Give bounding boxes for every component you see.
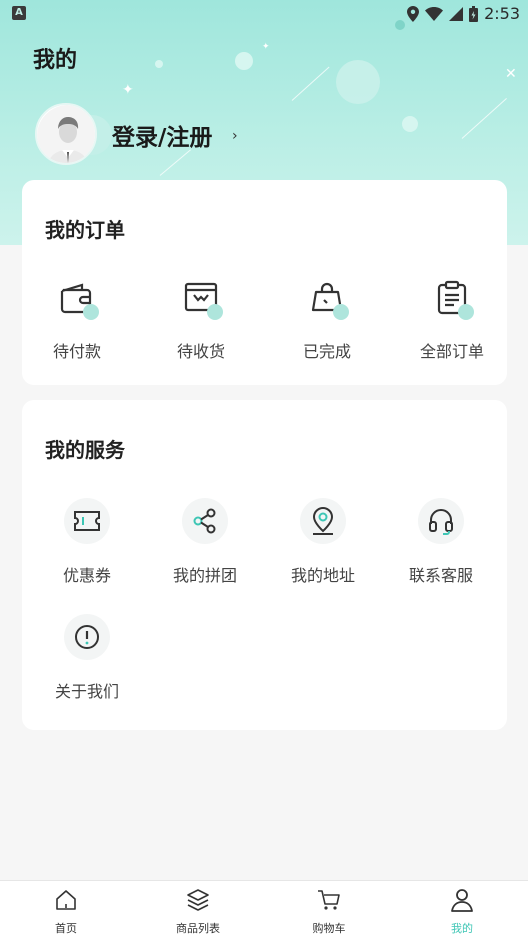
- service-label: 联系客服: [408, 566, 473, 585]
- layers-icon: [187, 889, 209, 911]
- cart-icon: [318, 890, 340, 910]
- order-label: 待收货: [176, 342, 225, 361]
- notification-badge: A: [12, 6, 26, 20]
- order-completed[interactable]: 已完成: [272, 278, 382, 362]
- tab-cart[interactable]: 购物车: [289, 887, 369, 936]
- order-label: 全部订单: [419, 342, 484, 361]
- status-bar: A 2:53: [0, 0, 528, 28]
- service-label: 我的地址: [290, 566, 355, 585]
- clock: 2:53: [484, 4, 520, 23]
- order-label: 已完成: [302, 342, 351, 361]
- info-icon: [75, 625, 99, 649]
- order-all[interactable]: 全部订单: [397, 278, 507, 362]
- chevron-right-icon[interactable]: ›: [232, 128, 238, 144]
- wifi-icon: [425, 6, 444, 21]
- icon-accent-dot: [83, 304, 99, 320]
- tab-product-list[interactable]: 商品列表: [158, 887, 238, 936]
- user-icon: [451, 889, 473, 912]
- decor-streak: [291, 66, 330, 101]
- orders-card: 我的订单 待付款 待收货 已完成 全部订单: [22, 180, 507, 385]
- orders-title: 我的订单: [45, 218, 125, 242]
- decor-dot: [155, 60, 163, 68]
- default-avatar-icon: [37, 105, 95, 163]
- location-status-icon: [407, 5, 420, 22]
- avatar[interactable]: [35, 103, 97, 165]
- location-pin-icon: [312, 506, 334, 535]
- sparkle-icon: ✕: [505, 66, 517, 82]
- tab-home[interactable]: 首页: [26, 887, 106, 936]
- tab-profile[interactable]: 我的: [422, 887, 502, 936]
- service-customer-support[interactable]: 联系客服: [382, 498, 500, 586]
- decor-streak: [159, 149, 191, 176]
- icon-accent-dot: [333, 304, 349, 320]
- login-register-link[interactable]: 登录/注册: [112, 118, 212, 152]
- services-title: 我的服务: [45, 438, 125, 462]
- icon-accent-dot: [207, 304, 223, 320]
- service-addresses[interactable]: 我的地址: [264, 498, 382, 586]
- order-pending-payment[interactable]: 待付款: [22, 278, 132, 362]
- decor-streak: [461, 97, 507, 139]
- decor-dot: [402, 116, 418, 132]
- tab-label: 购物车: [312, 922, 346, 935]
- service-label: 关于我们: [54, 682, 119, 701]
- service-about-us[interactable]: 关于我们: [28, 614, 146, 702]
- headset-icon: [429, 509, 453, 535]
- share-icon: [193, 508, 216, 534]
- tab-label: 我的: [451, 922, 473, 935]
- order-label: 待付款: [52, 342, 101, 361]
- order-awaiting-delivery[interactable]: 待收货: [146, 278, 256, 362]
- home-icon: [56, 890, 76, 910]
- page-title: 我的: [33, 48, 78, 73]
- service-label: 优惠券: [62, 566, 111, 585]
- coupon-icon: [74, 511, 100, 531]
- planet-decoration: [336, 60, 380, 104]
- services-card: 我的服务 优惠券 我的拼团 我的地址 联系客服 关于我们: [22, 400, 507, 730]
- service-group-buy[interactable]: 我的拼团: [146, 498, 264, 586]
- sparkle-icon: ✦: [122, 82, 134, 98]
- tab-label: 首页: [55, 922, 77, 935]
- decor-dot: [235, 52, 253, 70]
- battery-icon: [469, 5, 479, 22]
- tab-label: 商品列表: [176, 922, 220, 935]
- bottom-tab-bar: 首页 商品列表 购物车 我的: [0, 880, 528, 936]
- sparkle-icon: ✦: [262, 42, 270, 52]
- signal-icon: [449, 6, 464, 21]
- service-coupons[interactable]: 优惠券: [28, 498, 146, 586]
- icon-accent-dot: [458, 304, 474, 320]
- service-label: 我的拼团: [172, 566, 237, 585]
